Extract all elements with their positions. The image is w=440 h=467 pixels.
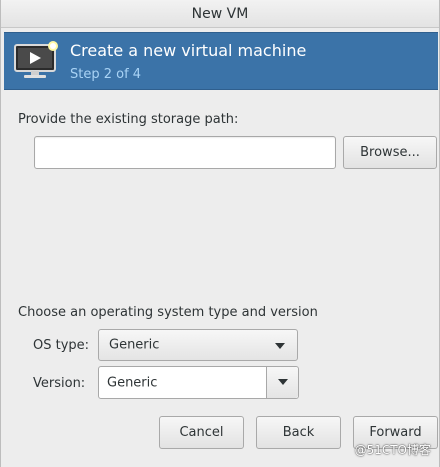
window-titlebar[interactable]: New VM (1, 0, 439, 28)
storage-path-input[interactable] (34, 136, 336, 169)
window-title: New VM (191, 5, 249, 22)
wizard-title: Create a new virtual machine (70, 41, 307, 60)
version-dropdown-button[interactable] (266, 367, 298, 398)
new-vm-window: New VM Create a new virtual machine Step… (0, 0, 440, 467)
os-type-value: Generic (109, 337, 160, 353)
version-combo[interactable]: Generic (98, 366, 299, 399)
os-section-label: Choose an operating system type and vers… (18, 305, 318, 320)
chevron-down-icon (275, 343, 285, 349)
back-button[interactable]: Back (256, 416, 341, 449)
cancel-button[interactable]: Cancel (159, 416, 244, 449)
chevron-down-icon (278, 379, 288, 385)
version-value[interactable]: Generic (107, 375, 157, 390)
os-type-dropdown[interactable]: Generic (98, 329, 298, 361)
wizard-step-indicator: Step 2 of 4 (70, 67, 142, 82)
wizard-header-banner: Create a new virtual machine Step 2 of 4 (4, 32, 438, 90)
vm-monitor-icon (14, 41, 58, 78)
version-label: Version: (33, 376, 86, 391)
os-type-label: OS type: (33, 338, 90, 353)
browse-button[interactable]: Browse... (343, 136, 437, 169)
watermark: @51CTO博客 (354, 443, 431, 457)
storage-path-label: Provide the existing storage path: (18, 112, 239, 127)
